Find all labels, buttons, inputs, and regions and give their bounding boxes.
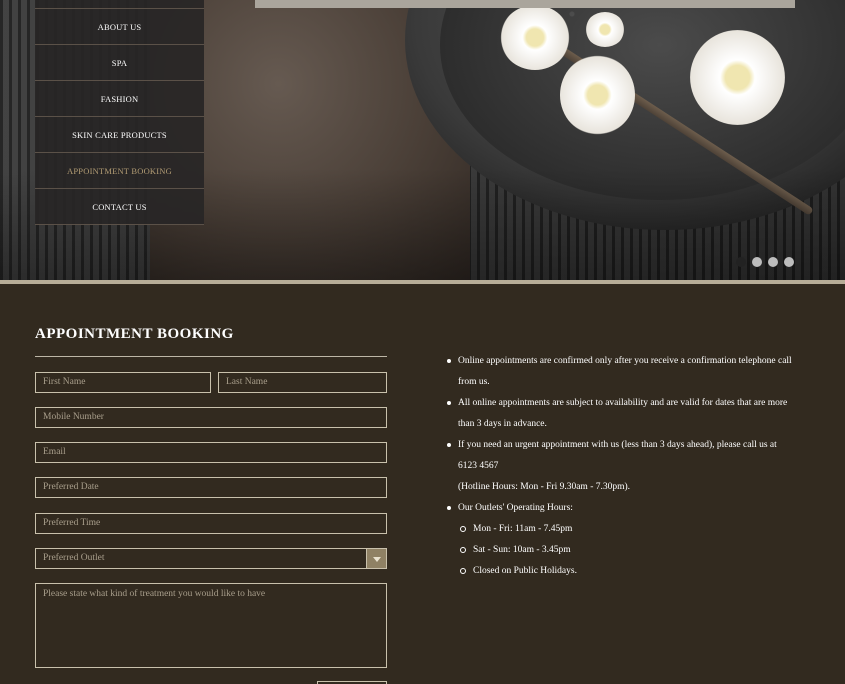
hours-item: Closed on Public Holidays. [445, 561, 817, 582]
nav-item-spa[interactable]: SPA [35, 45, 204, 81]
nav-item-about-us[interactable]: ABOUT US [35, 9, 204, 45]
booking-info: Online appointments are confirmed only a… [445, 351, 817, 582]
preferred-time-field[interactable]: Preferred Time [35, 513, 387, 534]
nav-item-appointment-booking[interactable]: APPOINTMENT BOOKING [35, 153, 204, 189]
nav-item-skin-care-products[interactable]: SKIN CARE PRODUCTS [35, 117, 204, 153]
info-item: All online appointments are subject to a… [445, 393, 817, 414]
slider-dots [736, 257, 794, 267]
hotline-number: 6123 4567 [458, 461, 499, 471]
hotline-hours: (Hotline Hours: Mon - Fri 9.30am - 7.30p… [458, 482, 631, 492]
hours-item: Sat - Sun: 10am - 3.45pm [445, 540, 817, 561]
slider-dot-2[interactable] [752, 257, 762, 267]
preferred-date-field[interactable]: Preferred Date [35, 477, 387, 498]
email-field[interactable]: Email [35, 442, 387, 463]
info-item: Online appointments are confirmed only a… [445, 351, 817, 372]
mobile-number-field[interactable]: Mobile Number [35, 407, 387, 428]
info-item: If you need an urgent appointment with u… [445, 435, 817, 456]
first-name-field[interactable]: First Name [35, 372, 211, 393]
hours-item: Mon - Fri: 11am - 7.45pm [445, 519, 817, 540]
title-rule [35, 356, 387, 357]
info-item: Our Outlets' Operating Hours: [445, 498, 817, 519]
nav-item-contact-us[interactable]: CONTACT US [35, 189, 204, 225]
main-nav: ABOUT US SPA FASHION SKIN CARE PRODUCTS … [35, 0, 204, 225]
last-name-field[interactable]: Last Name [218, 372, 387, 393]
slider-dot-3[interactable] [768, 257, 778, 267]
page-title: APPOINTMENT BOOKING [35, 326, 234, 342]
slider-dot-4[interactable] [784, 257, 794, 267]
section-divider [0, 280, 845, 284]
nav-item-fashion[interactable]: FASHION [35, 81, 204, 117]
treatment-message-field[interactable]: Please state what kind of treatment you … [35, 583, 387, 668]
preferred-outlet-select[interactable]: Preferred Outlet [35, 548, 387, 569]
slider-dot-1[interactable] [736, 257, 746, 267]
hero-caption-bar [255, 0, 795, 8]
chevron-down-icon[interactable] [366, 549, 386, 568]
